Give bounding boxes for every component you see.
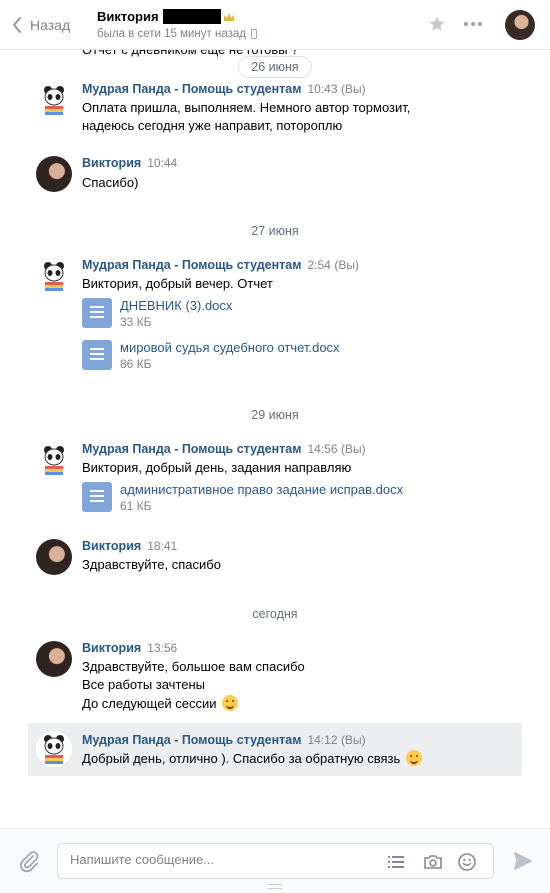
document-name[interactable]: мировой судья судебного отчет.docx [120, 340, 340, 355]
document-size: 33 КБ [120, 315, 152, 329]
message-text: До следующей сессии [82, 695, 239, 711]
document-attachment[interactable]: мировой судья судебного отчет.docx 86 КБ [82, 340, 382, 372]
back-button[interactable]: Назад [12, 13, 70, 37]
camera-icon[interactable] [423, 852, 443, 872]
author-name[interactable]: Мудрая Панда - Помощь студентам [82, 258, 301, 272]
author-name[interactable]: Мудрая Панда - Помощь студентам [82, 82, 301, 96]
message-time[interactable]: 14:12 [307, 733, 337, 747]
author-name[interactable]: Мудрая Панда - Помощь студентам [82, 442, 301, 456]
author-name[interactable]: Мудрая Панда - Помощь студентам [82, 733, 301, 747]
message-time[interactable]: 10:44 [147, 156, 177, 170]
message-item: Мудрая Панда - Помощь студентам 2:54 (Вы)… [28, 258, 522, 374]
message-time[interactable]: 14:56 [307, 442, 337, 456]
message-header: Мудрая Панда - Помощь студентам 14:12 (Вы… [82, 733, 366, 747]
chat-header: Назад Виктория была в сети 15 минут наза… [0, 0, 550, 50]
message-text: Спасибо) [82, 175, 139, 190]
document-icon [82, 298, 112, 328]
document-icon [82, 482, 112, 512]
avatar[interactable] [36, 442, 72, 478]
resize-handle[interactable] [268, 884, 282, 889]
panda-icon [44, 86, 64, 115]
date-separator: сегодня [252, 607, 298, 621]
panda-icon [44, 262, 64, 291]
author-name[interactable]: Виктория [82, 539, 141, 553]
avatar[interactable] [36, 156, 72, 192]
message-header: Мудрая Панда - Помощь студентам 2:54 (Вы) [82, 258, 359, 272]
message-input-box[interactable] [57, 843, 494, 879]
message-text: Все работы зачтены [82, 677, 206, 692]
message-time[interactable]: 2:54 [307, 258, 330, 272]
message-text: Оплата пришла, выполняем. Немного автор … [82, 100, 411, 115]
status-text: была в сети 15 минут назад [97, 28, 246, 40]
date-separator: 27 июня [251, 224, 299, 238]
document-attachment[interactable]: ДНЕВНИК (3).docx 33 КБ [82, 298, 382, 330]
message-item: Мудрая Панда - Помощь студентам 14:56 (Вы… [28, 442, 522, 516]
document-name[interactable]: ДНЕВНИК (3).docx [120, 298, 232, 313]
avatar[interactable] [36, 641, 72, 677]
crown-icon [223, 12, 234, 21]
avatar[interactable] [36, 258, 72, 294]
panda-icon [44, 446, 64, 475]
grinning-sweat-emoji-icon [222, 695, 239, 711]
you-label: (Вы) [341, 82, 366, 96]
document-attachment[interactable]: административное право задание исправ.do… [82, 482, 422, 514]
more-icon[interactable] [464, 22, 482, 26]
send-icon[interactable] [512, 850, 534, 872]
redacted-surname [162, 9, 221, 24]
avatar[interactable] [36, 731, 72, 767]
message-item: Мудрая Панда - Помощь студентам 14:12 (Вы… [28, 723, 522, 776]
list-icon[interactable] [386, 852, 406, 872]
paperclip-icon[interactable] [18, 849, 40, 873]
contact-status: была в сети 15 минут назад [97, 28, 257, 40]
back-label: Назад [30, 17, 71, 33]
panda-icon [36, 731, 72, 767]
date-separator: 29 июня [251, 408, 299, 422]
date-separator: 26 июня [0, 56, 550, 78]
document-icon [82, 340, 112, 370]
avatar[interactable] [36, 82, 72, 118]
message-header: Мудрая Панда - Помощь студентам 10:43 (Вы… [82, 82, 366, 96]
contact-title[interactable]: Виктория [97, 9, 235, 24]
mobile-icon [250, 29, 257, 39]
chevron-left-icon [12, 17, 22, 33]
message-time[interactable]: 13:56 [147, 641, 177, 655]
document-name[interactable]: административное право задание исправ.do… [120, 482, 403, 497]
you-label: (Вы) [334, 258, 359, 272]
avatar[interactable] [505, 10, 535, 40]
you-label: (Вы) [341, 442, 366, 456]
message-item: Виктория 13:56 Здравствуйте, большое вам … [28, 641, 522, 715]
message-text: Добрый день, отлично ). Спасибо за обрат… [82, 750, 422, 766]
message-header: Мудрая Панда - Помощь студентам 14:56 (Вы… [82, 442, 366, 456]
contact-name: Виктория [97, 9, 159, 24]
message-input[interactable] [70, 852, 370, 867]
message-text: Виктория, добрый вечер. Отчет [82, 276, 273, 291]
message-item: Виктория 18:41 Здравствуйте, спасибо [28, 539, 522, 579]
emoji-icon[interactable] [457, 852, 477, 872]
author-name[interactable]: Виктория [82, 641, 141, 655]
avatar[interactable] [36, 539, 72, 575]
author-name[interactable]: Виктория [82, 156, 141, 170]
message-header: Виктория 13:56 [82, 641, 177, 655]
message-text: Здравствуйте, спасибо [82, 557, 221, 572]
message-header: Виктория 10:44 [82, 156, 177, 170]
document-size: 86 КБ [120, 357, 152, 371]
message-item: Мудрая Панда - Помощь студентам 10:43 (Вы… [28, 82, 522, 138]
message-text: Здравствуйте, большое вам спасибо [82, 659, 305, 674]
message-time[interactable]: 18:41 [147, 539, 177, 553]
smile-emoji-icon [405, 750, 422, 766]
message-item: Виктория 10:44 Спасибо) [28, 156, 522, 196]
message-header: Виктория 18:41 [82, 539, 177, 553]
star-icon[interactable] [428, 15, 446, 33]
message-text: надеюсь сегодня уже направит, потороплю [82, 118, 343, 133]
you-label: (Вы) [341, 733, 366, 747]
message-time[interactable]: 10:43 [307, 82, 337, 96]
document-size: 61 КБ [120, 499, 152, 513]
message-text: Виктория, добрый день, задания направляю [82, 460, 352, 475]
